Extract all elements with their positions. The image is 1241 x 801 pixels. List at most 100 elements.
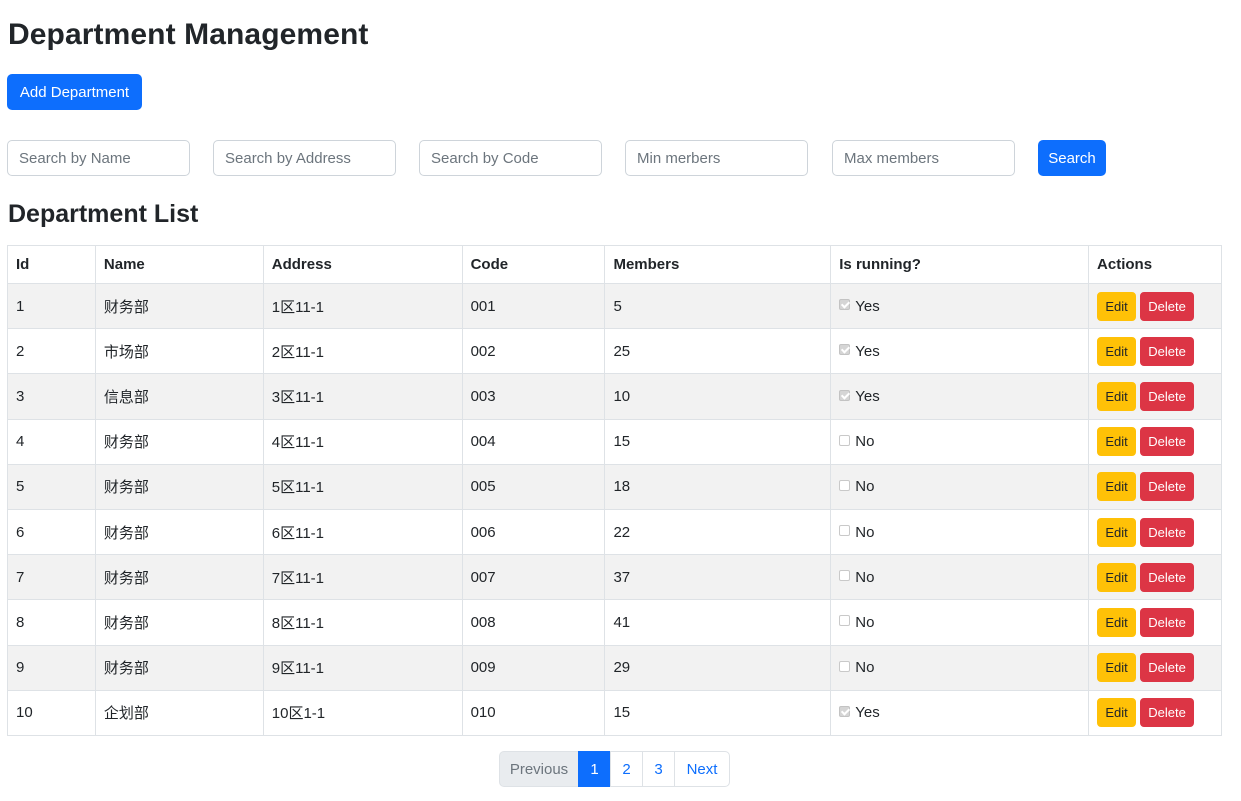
cell-address: 9区11-1 <box>262 644 463 691</box>
cell-actions: Edit Delete <box>1088 328 1222 375</box>
table-row: 6 财务部 6区11-1 006 22 No Edit Delete <box>7 508 1222 556</box>
running-label: No <box>855 433 875 451</box>
delete-button[interactable]: Delete <box>1140 607 1195 637</box>
cell-address: 3区11-1 <box>262 373 463 420</box>
cell-code: 006 <box>461 508 606 556</box>
running-checkbox <box>839 344 851 356</box>
header-address: Address <box>262 245 463 284</box>
search-name-input[interactable] <box>7 140 190 176</box>
cell-id: 2 <box>7 328 96 375</box>
cell-address: 8区11-1 <box>262 599 463 646</box>
edit-button[interactable]: Edit <box>1097 517 1137 547</box>
header-code: Code <box>461 245 606 284</box>
add-department-button[interactable]: Add Department <box>7 74 142 110</box>
cell-code: 002 <box>461 328 606 375</box>
edit-button[interactable]: Edit <box>1097 381 1137 411</box>
table-row: 4 财务部 4区11-1 004 15 No Edit Delete <box>7 418 1222 465</box>
min-members-input[interactable] <box>625 140 808 176</box>
cell-id: 8 <box>7 599 96 646</box>
cell-is-running: No <box>830 418 1090 465</box>
running-label: No <box>855 659 875 677</box>
cell-members: 18 <box>604 463 832 510</box>
edit-button[interactable]: Edit <box>1097 472 1137 502</box>
next-page-button[interactable]: Next <box>674 751 730 787</box>
delete-button[interactable]: Delete <box>1140 698 1195 728</box>
edit-button[interactable]: Edit <box>1097 698 1137 728</box>
delete-button[interactable]: Delete <box>1140 517 1195 547</box>
running-label: No <box>855 568 875 586</box>
cell-code: 003 <box>461 373 606 420</box>
cell-id: 1 <box>7 282 96 330</box>
cell-code: 007 <box>461 554 606 601</box>
cell-code: 004 <box>461 418 606 465</box>
search-filters: Search <box>7 140 1117 176</box>
max-members-input[interactable] <box>832 140 1015 176</box>
running-checkbox <box>839 570 851 582</box>
cell-name: 财务部 <box>94 644 264 691</box>
cell-name: 财务部 <box>94 418 264 465</box>
delete-button[interactable]: Delete <box>1140 291 1195 321</box>
delete-button[interactable]: Delete <box>1140 472 1195 502</box>
cell-name: 财务部 <box>94 463 264 510</box>
delete-button[interactable]: Delete <box>1140 336 1195 366</box>
cell-members: 15 <box>604 689 832 736</box>
pagination: Previous 1 2 3 Next <box>499 751 730 787</box>
edit-button[interactable]: Edit <box>1097 562 1137 592</box>
cell-actions: Edit Delete <box>1088 554 1222 601</box>
page-title: Department Management <box>8 18 369 51</box>
cell-is-running: No <box>830 463 1090 510</box>
page-1-button[interactable]: 1 <box>578 751 611 787</box>
cell-address: 4区11-1 <box>262 418 463 465</box>
cell-actions: Edit Delete <box>1088 689 1222 736</box>
running-checkbox <box>839 705 851 717</box>
cell-code: 010 <box>461 689 606 736</box>
edit-button[interactable]: Edit <box>1097 336 1137 366</box>
running-label: No <box>855 613 875 631</box>
search-address-input[interactable] <box>213 140 396 176</box>
cell-address: 6区11-1 <box>262 508 463 556</box>
cell-is-running: Yes <box>830 373 1090 420</box>
table-row: 5 财务部 5区11-1 005 18 No Edit Delete <box>7 463 1222 510</box>
edit-button[interactable]: Edit <box>1097 427 1137 457</box>
cell-actions: Edit Delete <box>1088 508 1222 556</box>
cell-name: 财务部 <box>94 508 264 556</box>
cell-members: 41 <box>604 599 832 646</box>
page-2-button[interactable]: 2 <box>610 751 643 787</box>
cell-is-running: No <box>830 554 1090 601</box>
delete-button[interactable]: Delete <box>1140 653 1195 683</box>
table-row: 9 财务部 9区11-1 009 29 No Edit Delete <box>7 644 1222 691</box>
running-checkbox <box>839 525 851 537</box>
header-actions: Actions <box>1088 245 1222 284</box>
previous-page-button[interactable]: Previous <box>499 751 579 787</box>
search-button[interactable]: Search <box>1038 140 1106 176</box>
cell-address: 2区11-1 <box>262 328 463 375</box>
cell-code: 008 <box>461 599 606 646</box>
list-title: Department List <box>8 200 199 228</box>
cell-members: 10 <box>604 373 832 420</box>
cell-address: 1区11-1 <box>262 282 463 330</box>
cell-is-running: Yes <box>830 282 1090 330</box>
table-row: 1 财务部 1区11-1 001 5 Yes Edit Delete <box>7 282 1222 330</box>
edit-button[interactable]: Edit <box>1097 653 1137 683</box>
running-checkbox <box>839 389 851 401</box>
delete-button[interactable]: Delete <box>1140 427 1195 457</box>
table-row: 10 企划部 10区1-1 010 15 Yes Edit Delete <box>7 689 1222 736</box>
running-label: Yes <box>855 704 880 722</box>
cell-code: 005 <box>461 463 606 510</box>
cell-address: 5区11-1 <box>262 463 463 510</box>
header-id: Id <box>7 245 96 284</box>
cell-is-running: No <box>830 508 1090 556</box>
running-label: Yes <box>855 297 880 315</box>
cell-is-running: No <box>830 644 1090 691</box>
edit-button[interactable]: Edit <box>1097 291 1137 321</box>
search-code-input[interactable] <box>419 140 602 176</box>
cell-id: 3 <box>7 373 96 420</box>
cell-actions: Edit Delete <box>1088 418 1222 465</box>
cell-actions: Edit Delete <box>1088 599 1222 646</box>
cell-is-running: No <box>830 599 1090 646</box>
delete-button[interactable]: Delete <box>1140 562 1195 592</box>
delete-button[interactable]: Delete <box>1140 381 1195 411</box>
page-3-button[interactable]: 3 <box>642 751 675 787</box>
edit-button[interactable]: Edit <box>1097 607 1137 637</box>
running-checkbox <box>839 615 851 627</box>
